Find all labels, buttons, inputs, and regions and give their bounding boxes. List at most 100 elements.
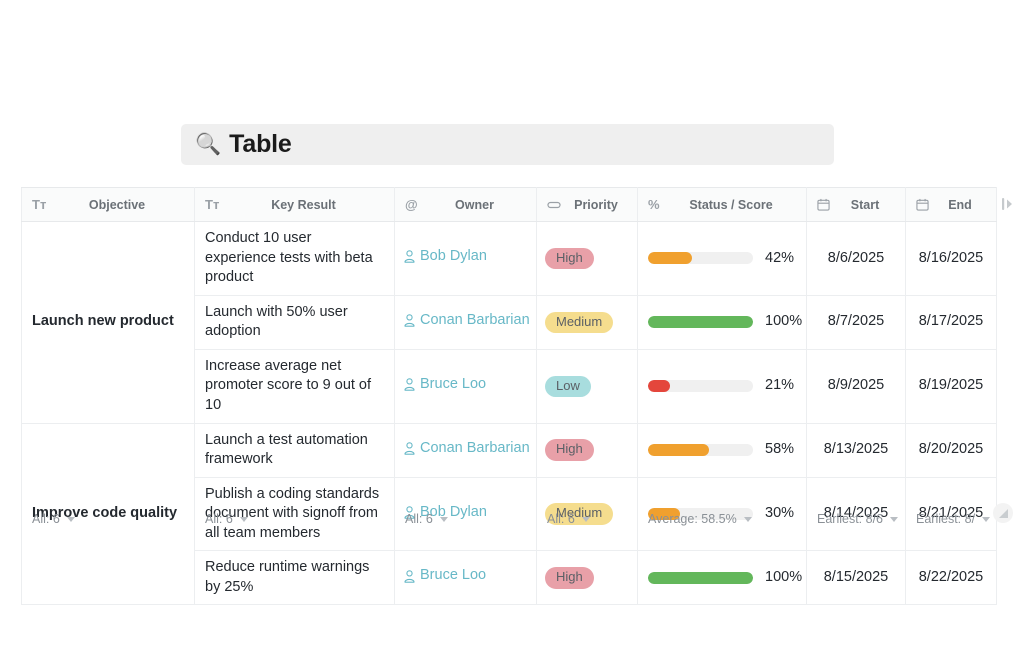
footer-summary-label: All: 6 — [205, 512, 233, 526]
priority-cell[interactable]: High — [536, 422, 638, 478]
owner-cell[interactable]: Bob Dylan — [394, 221, 537, 296]
owner-chip[interactable]: Conan Barbarian — [404, 311, 530, 331]
person-icon — [404, 569, 415, 583]
priority-badge: Low — [545, 375, 591, 397]
chevron-down-icon[interactable] — [239, 516, 248, 522]
owner-cell[interactable]: Bruce Loo — [394, 550, 537, 606]
person-icon — [404, 378, 415, 391]
start-date-cell[interactable]: 8/15/2025 — [806, 550, 906, 606]
status-row: 21% — [648, 376, 794, 396]
calendar-icon — [916, 198, 934, 211]
end-date-cell[interactable]: 8/16/2025 — [905, 221, 997, 296]
status-row: 100% — [648, 568, 802, 588]
priority-cell[interactable]: High — [536, 221, 638, 296]
footer-summary-cell[interactable]: All: 6 — [394, 512, 536, 526]
column-header-status-score[interactable]: % Status / Score — [637, 187, 807, 222]
table-row[interactable]: Improve code quality Launch a test automa… — [21, 422, 997, 606]
key-result-cell[interactable]: Launch a test automation framework — [194, 422, 395, 478]
progress-bar-fill — [648, 252, 693, 265]
column-header-owner[interactable]: @ Owner — [394, 187, 537, 222]
status-score-cell[interactable]: 42% — [637, 221, 807, 296]
column-label: Status / Score — [689, 197, 773, 212]
end-date-cell[interactable]: 8/19/2025 — [905, 348, 997, 424]
footer-summary-cell[interactable]: All: 6 — [536, 512, 637, 526]
progress-bar-track — [648, 444, 753, 457]
key-result-cell[interactable]: Launch with 50% user adoption — [194, 294, 395, 350]
column-label: Owner — [455, 197, 494, 212]
column-expand-icon[interactable] — [1000, 195, 1014, 213]
person-icon — [404, 442, 415, 455]
end-date-cell[interactable]: 8/20/2025 — [905, 422, 997, 478]
owner-chip[interactable]: Conan Barbarian — [404, 439, 530, 459]
status-row: 100% — [648, 312, 802, 332]
chevron-down-icon[interactable] — [890, 516, 899, 522]
resize-grip-icon[interactable] — [993, 503, 1013, 523]
end-date-cell[interactable]: 8/17/2025 — [905, 294, 997, 350]
start-date-cell[interactable]: 8/9/2025 — [806, 348, 906, 424]
priority-badge: High — [545, 567, 594, 589]
owner-cell[interactable]: Conan Barbarian — [394, 422, 537, 478]
footer-summary-label: Earliest: 8/6 — [817, 512, 884, 526]
column-header-start[interactable]: Start — [806, 187, 906, 222]
percent-label: 42% — [765, 249, 795, 266]
column-label: Priority — [574, 197, 618, 212]
status-score-cell[interactable]: 100% — [637, 294, 807, 350]
table-row[interactable]: Launch new product Conduct 10 user experi… — [21, 221, 997, 424]
table-container: Tᴛ Objective Tᴛ Key Result @ Owner Prior… — [21, 187, 997, 606]
owner-cell[interactable]: Conan Barbarian — [394, 294, 537, 350]
calendar-icon — [817, 198, 835, 211]
priority-cell[interactable]: Low — [536, 348, 638, 424]
chevron-down-icon[interactable] — [743, 516, 752, 522]
percent-label: 58% — [765, 441, 795, 458]
progress-bar-fill — [648, 444, 709, 457]
footer-summary-cell[interactable]: All: 6 — [21, 512, 194, 526]
start-date-cell[interactable]: 8/6/2025 — [806, 221, 906, 296]
progress-bar-track — [648, 571, 753, 584]
owner-chip[interactable]: Bruce Loo — [404, 375, 486, 395]
magnifier-icon: 🔍 — [195, 133, 222, 156]
status-score-cell[interactable]: 100% — [637, 550, 807, 606]
key-result-cell[interactable]: Increase average net promoter score to 9… — [194, 348, 395, 424]
chevron-down-icon[interactable] — [66, 516, 75, 522]
column-header-objective[interactable]: Tᴛ Objective — [21, 187, 195, 222]
column-label: Start — [850, 197, 880, 212]
start-date-cell[interactable]: 8/7/2025 — [806, 294, 906, 350]
chevron-down-icon[interactable] — [581, 516, 590, 522]
status-score-cell[interactable]: 21% — [637, 348, 807, 424]
text-type-icon: Tᴛ — [205, 197, 220, 212]
objective-cell[interactable]: Launch new product — [21, 221, 195, 424]
person-icon — [404, 314, 415, 327]
footer-summary-label: All: 6 — [547, 512, 575, 526]
start-date-cell[interactable]: 8/13/2025 — [806, 422, 906, 478]
footer-summary-cell[interactable]: Average: 58.5% — [637, 512, 806, 526]
column-header-end[interactable]: End — [905, 187, 997, 222]
column-label: Objective — [88, 197, 146, 212]
owner-cell[interactable]: Bruce Loo — [394, 348, 537, 424]
chevron-down-icon[interactable] — [982, 516, 991, 522]
owner-name: Bruce Loo — [420, 567, 487, 584]
owner-chip[interactable]: Bruce Loo — [404, 566, 486, 586]
owner-chip[interactable]: Bob Dylan — [404, 247, 487, 267]
priority-cell[interactable]: High — [536, 550, 638, 606]
person-icon — [404, 250, 415, 263]
key-result-cell[interactable]: Conduct 10 user experience tests with be… — [194, 221, 395, 296]
key-result-cell[interactable]: Reduce runtime warnings by 25% — [194, 550, 395, 606]
status-score-cell[interactable]: 58% — [637, 422, 807, 478]
footer-summary-cell[interactable]: Earliest: 8/6 — [806, 512, 905, 526]
status-row: 58% — [648, 440, 794, 460]
progress-bar-track — [648, 316, 753, 329]
search-input-value[interactable]: Table — [229, 130, 292, 159]
priority-badge: High — [545, 439, 594, 461]
search-bar[interactable]: 🔍 Table — [181, 124, 834, 165]
end-date-cell[interactable]: 8/22/2025 — [905, 550, 997, 606]
footer-summary-cell[interactable]: All: 6 — [194, 512, 394, 526]
footer-summary-cell[interactable]: Earliest: 8/ — [905, 512, 996, 526]
column-header-priority[interactable]: Priority — [536, 187, 638, 222]
progress-bar-fill — [648, 571, 753, 584]
priority-cell[interactable]: Medium — [536, 294, 638, 350]
table-footer-summary: All: 6 All: 6 All: 6 All: 6 Average: 58.5% Ea… — [21, 505, 996, 533]
column-header-key-result[interactable]: Tᴛ Key Result — [194, 187, 395, 222]
header-row: Tᴛ Objective Tᴛ Key Result @ Owner Prior… — [21, 187, 997, 222]
chevron-down-icon[interactable] — [439, 516, 448, 522]
priority-badge: High — [545, 247, 594, 269]
